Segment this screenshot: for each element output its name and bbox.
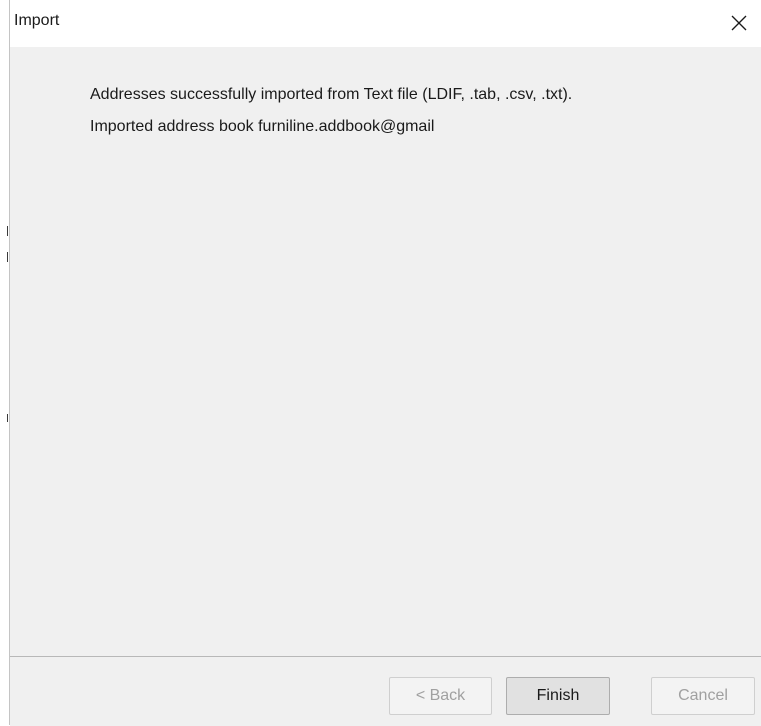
dialog-titlebar: Import bbox=[10, 0, 761, 47]
cancel-button[interactable]: Cancel bbox=[651, 677, 755, 715]
background-glyph bbox=[7, 414, 8, 422]
close-icon bbox=[731, 15, 747, 31]
background-glyph bbox=[7, 226, 8, 236]
dialog-content: Addresses successfully imported from Tex… bbox=[90, 86, 741, 150]
background-glyph bbox=[7, 252, 8, 262]
dialog-footer: < Back Finish Cancel bbox=[10, 656, 761, 726]
back-button[interactable]: < Back bbox=[389, 677, 492, 715]
close-button[interactable] bbox=[717, 0, 761, 47]
imported-address-book-message: Imported address book furniline.addbook@… bbox=[90, 118, 435, 135]
import-dialog: Import Addresses successfully imported f… bbox=[9, 0, 761, 726]
dialog-title: Import bbox=[14, 12, 60, 29]
finish-button[interactable]: Finish bbox=[506, 677, 610, 715]
import-success-message: Addresses successfully imported from Tex… bbox=[90, 86, 573, 103]
background-window-edge bbox=[0, 0, 9, 725]
